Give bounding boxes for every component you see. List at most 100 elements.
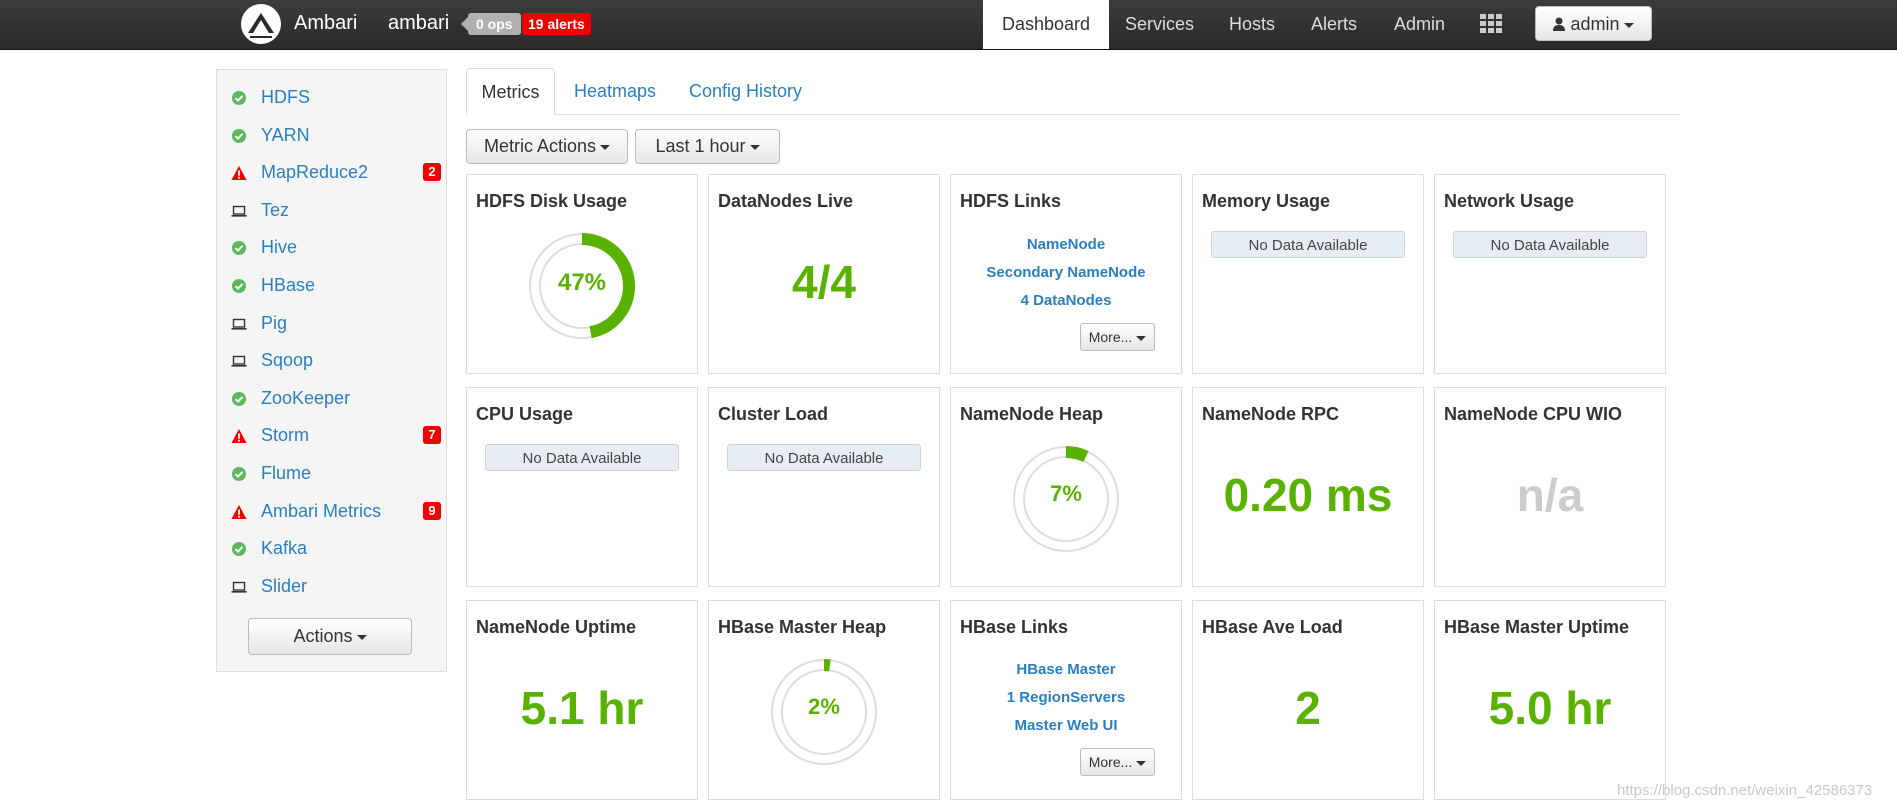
apps-grid-icon[interactable] (1480, 14, 1503, 34)
sidebar-item-label: Storm (261, 425, 310, 446)
widget-cpu-usage[interactable]: CPU Usage No Data Available (466, 387, 698, 587)
tab-metrics[interactable]: Metrics (466, 68, 555, 115)
time-range-label: Last 1 hour (655, 136, 746, 156)
link-namenode[interactable]: NameNode (951, 236, 1181, 253)
tab-config-history[interactable]: Config History (689, 68, 802, 114)
services-sidebar: HDFS YARN MapReduce2 2 Tez Hive HBase Pig Sqoop Z… (216, 69, 447, 672)
laptop-icon (231, 355, 247, 367)
tab-heatmaps[interactable]: Heatmaps (574, 68, 656, 114)
sidebar-item-label: MapReduce2 (261, 162, 369, 183)
sidebar-item-label: ZooKeeper (261, 387, 351, 408)
widget-namenode-uptime[interactable]: NameNode Uptime 5.1 hr (466, 600, 698, 800)
alerts-badge[interactable]: 19 alerts (522, 13, 591, 35)
alert-count-badge[interactable]: 9 (423, 501, 441, 520)
sidebar-item-label: Pig (261, 312, 288, 333)
donut-value: 47% (557, 269, 607, 296)
time-range-button[interactable]: Last 1 hour (635, 129, 780, 164)
widget-hbase-ave-load[interactable]: HBase Ave Load 2 (1192, 600, 1424, 800)
user-icon (1553, 17, 1566, 31)
chevron-down-icon (1136, 335, 1147, 341)
more-button[interactable]: More... (1080, 748, 1155, 776)
sidebar-item-hbase[interactable]: HBase (217, 271, 446, 301)
no-data-label: No Data Available (485, 444, 679, 471)
link-secondary-namenode[interactable]: Secondary NameNode (951, 264, 1181, 281)
user-menu-button[interactable]: admin (1535, 6, 1652, 41)
user-name: admin (1570, 14, 1620, 34)
widget-hdfs-links: HDFS Links NameNode Secondary NameNode 4… (950, 174, 1182, 374)
widget-namenode-cpu-wio[interactable]: NameNode CPU WIO n/a (1434, 387, 1666, 587)
link-datanodes[interactable]: 4 DataNodes (951, 292, 1181, 309)
widget-value: 5.1 hr (520, 682, 644, 734)
check-circle-icon (232, 391, 246, 406)
sidebar-item-label: Kafka (261, 538, 308, 559)
sidebar-item-hdfs[interactable]: HDFS (217, 83, 446, 113)
more-label: More... (1088, 329, 1133, 345)
sidebar-item-pig[interactable]: Pig (217, 309, 446, 339)
sidebar-item-ambari-metrics[interactable]: Ambari Metrics 9 (217, 497, 446, 527)
metric-actions-button[interactable]: Metric Actions (466, 129, 628, 164)
service-actions-button[interactable]: Actions (248, 618, 412, 655)
sidebar-item-zookeeper[interactable]: ZooKeeper (217, 384, 446, 414)
sidebar-item-flume[interactable]: Flume (217, 459, 446, 489)
donut-value: 7% (1050, 481, 1082, 506)
nav-dashboard[interactable]: Dashboard (983, 0, 1110, 49)
sidebar-item-label: Tez (261, 199, 290, 220)
widget-hbase-master-uptime[interactable]: HBase Master Uptime 5.0 hr (1434, 600, 1666, 800)
warning-triangle-icon (231, 166, 247, 181)
widget-title: Network Usage (1444, 191, 1575, 211)
cluster-name[interactable]: ambari (388, 12, 449, 35)
nav-hosts[interactable]: Hosts (1229, 0, 1275, 49)
widget-title: CPU Usage (476, 404, 574, 424)
warning-triangle-icon (231, 504, 247, 519)
top-navbar: Ambari ambari 0 ops 19 alerts Dashboard … (0, 0, 1897, 50)
sidebar-item-label: Slider (261, 575, 308, 596)
sidebar-item-tez[interactable]: Tez (217, 196, 446, 226)
widget-hbase-master-heap[interactable]: HBase Master Heap 2% (708, 600, 940, 800)
widget-hdfs-disk-usage[interactable]: HDFS Disk Usage 47% (466, 174, 698, 374)
more-button[interactable]: More... (1080, 323, 1155, 351)
sidebar-item-hive[interactable]: Hive (217, 233, 446, 263)
widget-cluster-load[interactable]: Cluster Load No Data Available (708, 387, 940, 587)
sidebar-item-label: YARN (261, 124, 310, 145)
check-circle-icon (232, 467, 246, 481)
sidebar-item-yarn[interactable]: YARN (217, 121, 446, 151)
ops-badge[interactable]: 0 ops (461, 13, 521, 35)
widget-namenode-heap[interactable]: NameNode Heap 7% (950, 387, 1182, 587)
link-master-web-ui[interactable]: Master Web UI (951, 717, 1181, 734)
sidebar-item-sqoop[interactable]: Sqoop (217, 346, 446, 376)
widget-value: 4/4 (792, 256, 856, 308)
nav-services[interactable]: Services (1125, 0, 1194, 49)
check-circle-icon (232, 542, 246, 557)
no-data-label: No Data Available (727, 444, 921, 471)
link-hbase-master[interactable]: HBase Master (951, 661, 1181, 678)
nav-alerts[interactable]: Alerts (1311, 0, 1357, 49)
sidebar-item-mapreduce2[interactable]: MapReduce2 2 (217, 158, 446, 188)
widget-datanodes-live[interactable]: DataNodes Live 4/4 (708, 174, 940, 374)
widget-value: 5.0 hr (1488, 682, 1612, 734)
link-regionservers[interactable]: 1 RegionServers (951, 689, 1181, 706)
widget-title: NameNode Uptime (476, 617, 637, 637)
widget-namenode-rpc[interactable]: NameNode RPC 0.20 ms (1192, 387, 1424, 587)
brand-name[interactable]: Ambari (294, 12, 357, 35)
warning-triangle-icon (231, 429, 247, 444)
alert-count-badge[interactable]: 7 (423, 426, 441, 445)
nav-admin[interactable]: Admin (1394, 0, 1445, 49)
ambari-logo-icon[interactable] (240, 3, 282, 45)
sidebar-item-label: Hive (261, 237, 298, 258)
alert-count-badge[interactable]: 2 (423, 163, 441, 182)
widget-network-usage[interactable]: Network Usage No Data Available (1434, 174, 1666, 374)
watermark: https://blog.csdn.net/weixin_42586373 (1617, 782, 1873, 799)
sidebar-item-label: HBase (261, 275, 316, 295)
widget-title: Memory Usage (1202, 191, 1331, 211)
widget-memory-usage[interactable]: Memory Usage No Data Available (1192, 174, 1424, 374)
laptop-icon (231, 205, 247, 217)
sidebar-item-kafka[interactable]: Kafka (217, 534, 446, 564)
sidebar-item-slider[interactable]: Slider (217, 572, 446, 602)
check-circle-icon (232, 279, 246, 293)
widget-title: DataNodes Live (718, 191, 854, 211)
chevron-down-icon (1136, 760, 1147, 766)
sidebar-item-storm[interactable]: Storm 7 (217, 421, 446, 451)
widget-value: n/a (1516, 469, 1584, 521)
laptop-icon (231, 581, 247, 593)
no-data-label: No Data Available (1211, 231, 1405, 258)
